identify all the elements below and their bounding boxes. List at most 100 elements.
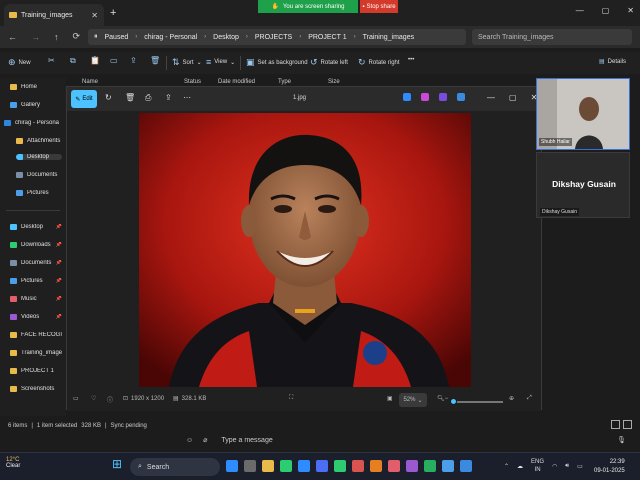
crumb-training[interactable]: Training_images — [363, 34, 415, 41]
chevron-up-icon[interactable]: ⌃ — [504, 463, 509, 470]
new-button[interactable]: ⊕ New — [8, 57, 31, 68]
print-icon[interactable]: ⎙ — [145, 93, 151, 103]
attach-icon[interactable]: ⌀ — [203, 436, 207, 444]
pin-icon[interactable]: 📌 — [56, 242, 62, 248]
sidebar-item[interactable]: Documents 📌 — [10, 260, 62, 266]
microphone-icon[interactable]: 🎙 — [617, 436, 626, 444]
taskbar-app-icon[interactable] — [262, 460, 274, 472]
col-status[interactable]: Status — [184, 79, 201, 85]
zoom-out-icon[interactable]: 🔍︎− — [437, 395, 448, 402]
taskbar-app-icon[interactable] — [460, 460, 472, 472]
pin-icon[interactable]: 📌 — [56, 260, 62, 266]
refresh-icon[interactable]: ⟳ — [73, 31, 81, 42]
crumb-project1[interactable]: PROJECT 1 — [308, 34, 346, 41]
edit-button[interactable]: ✎ Edit — [71, 90, 97, 108]
wifi-icon[interactable]: ◠ — [552, 463, 557, 470]
pin-icon[interactable]: 📌 — [56, 314, 62, 320]
share-icon[interactable]: ⇪ — [165, 93, 172, 102]
tab-close-icon[interactable]: ✕ — [91, 11, 98, 20]
clock[interactable]: 22:39 09-01-2025 — [594, 458, 625, 476]
chat-input[interactable]: ☺ ⌀ Type a message 🎙 — [180, 432, 632, 448]
rotate-left-button[interactable]: ↺ Rotate left — [310, 57, 348, 68]
forward-arrow-icon[interactable]: → — [31, 32, 40, 42]
sidebar-item[interactable]: Gallery — [10, 102, 62, 108]
weather-widget[interactable]: 12°C Clear — [6, 457, 20, 469]
sidebar-item[interactable]: Home — [10, 84, 62, 90]
taskbar-app-icon[interactable] — [334, 460, 346, 472]
zoom-slider[interactable] — [453, 401, 503, 403]
info-icon[interactable]: ⓘ — [107, 395, 113, 404]
favorite-heart-icon[interactable]: ♡ — [91, 395, 96, 402]
col-size[interactable]: Size — [328, 79, 340, 85]
crumb-desktop[interactable]: Desktop — [213, 34, 239, 41]
details-button[interactable]: ▤ Details — [599, 58, 626, 66]
battery-icon[interactable]: ▭ — [577, 463, 583, 470]
sidebar-item[interactable]: Attachments — [16, 138, 62, 144]
paste-icon[interactable]: 📋 — [90, 56, 100, 65]
back-arrow-icon[interactable]: ← — [8, 32, 17, 42]
minimize-button[interactable]: — — [576, 6, 584, 15]
zoom-in-icon[interactable]: ⊕ — [509, 395, 514, 402]
sidebar-item[interactable]: Videos 📌 — [10, 314, 62, 320]
new-tab-button[interactable]: + — [110, 7, 116, 19]
sidebar-item[interactable]: Pictures — [16, 190, 62, 196]
taskbar-app-icon[interactable] — [280, 460, 292, 472]
app-shortcut-icon[interactable] — [421, 93, 429, 101]
filmstrip-icon[interactable]: ▭ — [73, 395, 79, 402]
col-date[interactable]: Date modified — [218, 79, 255, 85]
crumb-personal[interactable]: chirag - Personal — [144, 34, 197, 41]
sort-button[interactable]: ⇅ Sort ⌄ — [172, 57, 202, 68]
sidebar-item[interactable]: Desktop — [16, 154, 62, 160]
emoji-icon[interactable]: ☺ — [186, 437, 193, 444]
app-shortcut-icon[interactable] — [403, 93, 411, 101]
actual-size-icon[interactable]: ▣ — [387, 395, 393, 402]
taskbar-app-icon[interactable] — [298, 460, 310, 472]
pin-icon[interactable]: 📌 — [56, 278, 62, 284]
taskbar-app-icon[interactable] — [388, 460, 400, 472]
pin-icon[interactable]: 📌 — [56, 224, 62, 230]
breadcrumb[interactable]: ⏸ Paused › chirag - Personal › Desktop ›… — [88, 29, 466, 45]
delete-icon[interactable]: 🗑 — [150, 56, 160, 65]
details-view-icon[interactable] — [611, 420, 620, 429]
sidebar-item[interactable]: Screenshots — [10, 386, 62, 392]
fit-screen-icon[interactable]: ⛶ — [289, 395, 293, 402]
sidebar-item[interactable]: Pictures 📌 — [10, 278, 62, 284]
sidebar-item[interactable]: Documents — [16, 172, 62, 178]
taskbar-app-icon[interactable] — [226, 460, 238, 472]
sidebar-item[interactable]: Music 📌 — [10, 296, 62, 302]
taskbar-app-icon[interactable] — [370, 460, 382, 472]
rotate-right-button[interactable]: ↻ Rotate right — [358, 57, 400, 68]
taskbar-app-icon[interactable] — [442, 460, 454, 472]
minimize-button[interactable]: — — [487, 93, 495, 102]
copy-icon[interactable]: ⧉ — [70, 56, 76, 66]
sidebar-item[interactable]: FACE RECOGI📌 — [10, 332, 62, 338]
view-button[interactable]: ≡ View ⌄ — [206, 57, 235, 67]
taskbar-app-icon[interactable] — [316, 460, 328, 472]
more-icon[interactable]: ⋯ — [183, 93, 191, 102]
fullscreen-icon[interactable]: ⤢ — [527, 395, 532, 402]
maximize-button[interactable]: ▢ — [509, 93, 517, 102]
volume-icon[interactable]: 🔊︎ — [565, 463, 569, 470]
sidebar-item[interactable]: Downloads 📌 — [10, 242, 62, 248]
app-shortcut-icon[interactable] — [457, 93, 465, 101]
set-background-button[interactable]: ▣ Set as background — [246, 57, 308, 68]
zoom-level-select[interactable]: 52% ⌄ — [399, 393, 427, 407]
crumb-projects[interactable]: PROJECTS — [255, 34, 292, 41]
col-type[interactable]: Type — [278, 79, 291, 85]
app-shortcut-icon[interactable] — [439, 93, 447, 101]
rename-icon[interactable]: ▭ — [110, 56, 118, 65]
rotate-icon[interactable]: ↻ — [105, 93, 112, 102]
zoom-slider-thumb[interactable] — [450, 398, 457, 405]
cut-icon[interactable]: ✂ — [48, 56, 55, 65]
taskbar-search[interactable]: ⌕ Search — [130, 458, 220, 476]
up-arrow-icon[interactable]: ↑ — [54, 32, 59, 42]
search-input[interactable]: Search Training_images — [472, 29, 632, 45]
delete-icon[interactable]: 🗑 — [125, 93, 135, 102]
participant-tile[interactable]: Dikshay Gusain Dikshay Gusain — [536, 152, 630, 218]
crumb-paused[interactable]: Paused — [105, 34, 129, 41]
tiles-view-icon[interactable] — [623, 420, 632, 429]
language-indicator[interactable]: ENG IN — [531, 458, 544, 474]
taskbar-app-icon[interactable] — [406, 460, 418, 472]
pin-icon[interactable]: 📌 — [56, 296, 62, 302]
sidebar-item[interactable]: PROJECT 1 — [10, 368, 62, 374]
